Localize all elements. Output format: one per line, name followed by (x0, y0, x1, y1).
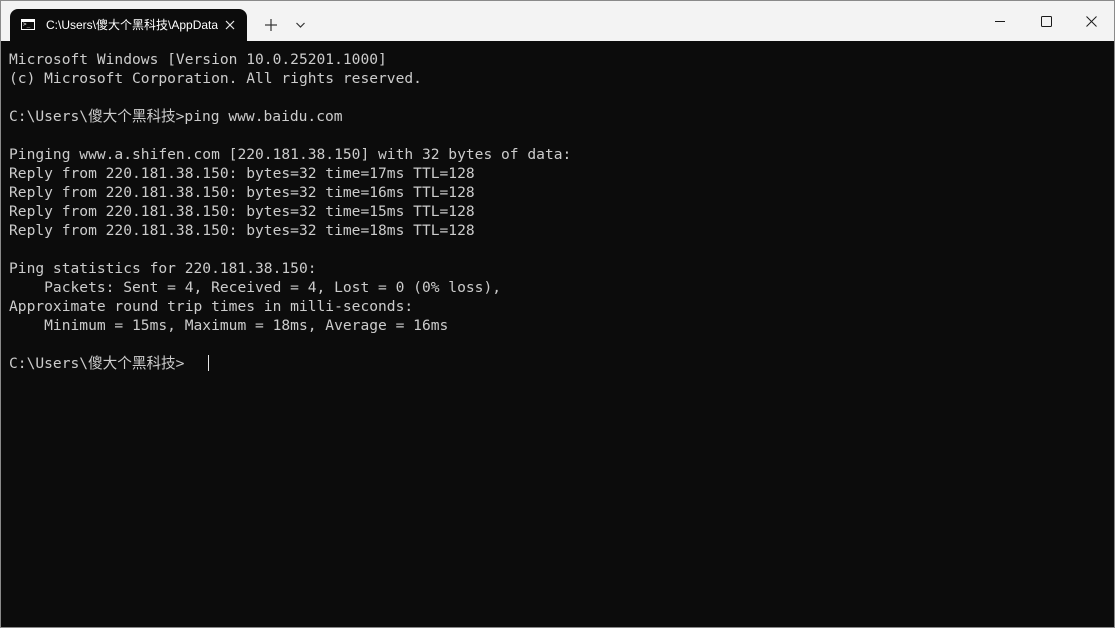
close-icon (1086, 16, 1097, 27)
tab-dropdown-button[interactable] (285, 9, 317, 41)
terminal-prompt-line: C:\Users\傻大个黑科技> (9, 355, 185, 372)
close-tab-button[interactable] (220, 15, 240, 35)
terminal-line: C:\Users\傻大个黑科技>ping www.baidu.com (9, 108, 343, 125)
terminal-line: Reply from 220.181.38.150: bytes=32 time… (9, 165, 475, 182)
text-cursor (208, 355, 209, 371)
terminal-output-area[interactable]: Microsoft Windows [Version 10.0.25201.10… (1, 41, 1114, 627)
chevron-down-icon (296, 22, 305, 28)
new-tab-button[interactable] (255, 9, 287, 41)
command-prompt-icon: >_ (21, 19, 35, 30)
terminal-line: (c) Microsoft Corporation. All rights re… (9, 70, 422, 87)
scrollbar[interactable] (1109, 47, 1112, 607)
terminal-line: Reply from 220.181.38.150: bytes=32 time… (9, 222, 475, 239)
maximize-icon (1041, 16, 1052, 27)
minimize-button[interactable] (977, 1, 1023, 41)
title-bar[interactable]: >_ C:\Users\傻大个黑科技\AppData (1, 1, 1114, 41)
maximize-button[interactable] (1023, 1, 1069, 41)
terminal-line: Reply from 220.181.38.150: bytes=32 time… (9, 203, 475, 220)
minimize-icon (995, 21, 1005, 22)
close-icon (225, 20, 235, 30)
tab-title: C:\Users\傻大个黑科技\AppData (46, 18, 218, 32)
terminal-line: Pinging www.a.shifen.com [220.181.38.150… (9, 146, 572, 163)
terminal-line: Packets: Sent = 4, Received = 4, Lost = … (9, 279, 502, 296)
terminal-window: >_ C:\Users\傻大个黑科技\AppData Microsoft Win… (0, 0, 1115, 628)
plus-icon (265, 19, 277, 31)
terminal-line: Approximate round trip times in milli-se… (9, 298, 414, 315)
tab-command-prompt[interactable]: >_ C:\Users\傻大个黑科技\AppData (10, 9, 247, 41)
close-window-button[interactable] (1068, 1, 1114, 41)
terminal-line: Minimum = 15ms, Maximum = 18ms, Average … (9, 317, 449, 334)
terminal-line: Reply from 220.181.38.150: bytes=32 time… (9, 184, 475, 201)
terminal-line: Microsoft Windows [Version 10.0.25201.10… (9, 51, 387, 68)
terminal-line: Ping statistics for 220.181.38.150: (9, 260, 317, 277)
